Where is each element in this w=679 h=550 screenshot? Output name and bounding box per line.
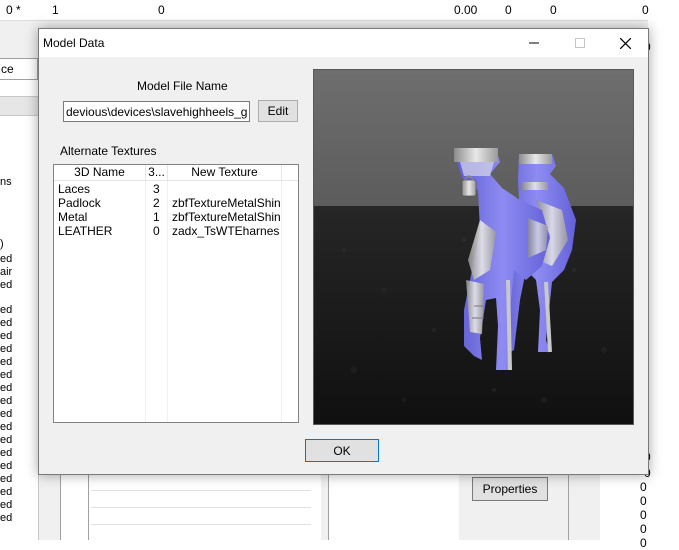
list-header: 3D Name 3... New Texture — [54, 165, 298, 181]
cell-index: 3 — [153, 182, 160, 196]
bg-list-item: ed — [0, 473, 13, 485]
bg-list-item: ed — [0, 356, 13, 368]
bg-value: 0 — [640, 522, 647, 536]
close-button[interactable] — [602, 29, 648, 57]
background-right-strip: 0 0 0 — [644, 20, 679, 480]
padlock-shape — [461, 179, 477, 197]
background-divider — [88, 474, 89, 540]
cell-3d-name: LEATHER — [58, 224, 113, 238]
cell-index: 0 — [153, 224, 160, 238]
bg-list-item: ed — [0, 421, 13, 433]
bg-list-item: ed — [0, 512, 13, 524]
bg-value: 0 — [640, 480, 647, 494]
dialog-titlebar[interactable]: Model Data — [39, 29, 648, 57]
bg-cell: 0 — [642, 3, 649, 17]
background-grid-middle — [328, 474, 459, 540]
bg-list-item: ed — [0, 395, 13, 407]
model-path-input[interactable] — [64, 102, 249, 121]
background-left-panel: ce ns ) ed air ed ed ed ed ed ed ed ed e… — [0, 58, 39, 540]
bg-cell: 0 — [550, 3, 557, 17]
bg-list-item: ed — [0, 369, 13, 381]
background-grid-left — [60, 474, 321, 540]
maximize-icon — [575, 38, 585, 48]
column-header-filler — [282, 165, 298, 181]
edit-button[interactable]: Edit — [258, 100, 298, 122]
bg-value: 0 — [640, 536, 647, 550]
bg-cell: 0 — [505, 3, 512, 17]
model-preview-viewport[interactable] — [313, 69, 634, 425]
bg-list-item: ) — [0, 238, 4, 250]
cell-new-texture: zbfTextureMetalShiny — [172, 196, 280, 210]
list-item[interactable]: Padlock 2 zbfTextureMetalShiny — [54, 196, 298, 210]
bg-list-item: ns — [0, 176, 12, 188]
cell-3d-name: Metal — [58, 210, 88, 224]
bg-list-item: ed — [0, 486, 13, 498]
bg-cell: 0.00 — [454, 3, 478, 17]
cell-index: 1 — [153, 210, 160, 224]
background-left-bar — [0, 96, 38, 116]
bg-value: 0 — [640, 494, 647, 508]
bg-list-item: ed — [0, 408, 13, 420]
column-header-index[interactable]: 3... — [146, 165, 168, 181]
bg-list-item: ed — [0, 330, 13, 342]
cell-new-texture: zadx_TsWTEharness — [172, 224, 280, 238]
bg-list-item: ed — [0, 460, 13, 472]
column-header-3d-name[interactable]: 3D Name — [54, 165, 146, 181]
bg-cell: 0 — [158, 3, 165, 17]
bg-list-item: ed — [0, 279, 13, 291]
model-path-field[interactable] — [63, 101, 250, 122]
minimize-button[interactable] — [511, 29, 557, 57]
list-item[interactable]: Metal 1 zbfTextureMetalShiny — [54, 210, 298, 224]
model-preview-render — [314, 70, 633, 424]
bg-list-item: ed — [0, 434, 13, 446]
list-item[interactable]: Laces 3 — [54, 182, 298, 196]
bg-value: 0 — [640, 508, 647, 522]
cell-index: 2 — [153, 196, 160, 210]
bg-list-item: ed — [0, 343, 13, 355]
cell-3d-name: Laces — [58, 182, 91, 196]
bg-list-item: ed — [0, 317, 13, 329]
background-divider — [568, 474, 569, 540]
maximize-button — [557, 29, 603, 57]
model-data-dialog: Model Data Model File Name Edit Alternat… — [38, 28, 649, 475]
background-right-column: 0 0 0 0 0 — [600, 474, 679, 550]
close-icon — [619, 37, 631, 49]
column-header-new-texture[interactable]: New Texture — [168, 165, 282, 181]
alternate-textures-list[interactable]: 3D Name 3... New Texture Laces 3 Padlock… — [53, 164, 299, 423]
alternate-textures-label: Alternate Textures — [60, 144, 157, 158]
bg-list-item: ed — [0, 382, 13, 394]
bg-list-item: ed — [0, 304, 13, 316]
bg-cell: 0 * — [6, 3, 21, 17]
bg-list-item: air — [0, 266, 13, 278]
properties-button[interactable]: Properties — [472, 477, 548, 501]
model-file-name-label: Model File Name — [137, 79, 228, 93]
bg-list-item: ed — [0, 447, 13, 459]
dialog-title: Model Data — [43, 36, 105, 50]
bg-cell: 1 — [52, 3, 59, 17]
cell-3d-name: Padlock — [58, 196, 101, 210]
list-item[interactable]: LEATHER 0 zadx_TsWTEharness — [54, 224, 298, 238]
minimize-icon — [529, 42, 539, 44]
bg-list-item: ed — [0, 253, 13, 265]
bg-list-item: ed — [0, 499, 13, 511]
background-left-field[interactable]: ce — [0, 58, 38, 80]
cell-new-texture: zbfTextureMetalShiny — [172, 210, 280, 224]
ok-button[interactable]: OK — [305, 439, 379, 462]
background-grid-top-row: 0 * 1 0 0.00 0 0 0 — [0, 0, 679, 21]
